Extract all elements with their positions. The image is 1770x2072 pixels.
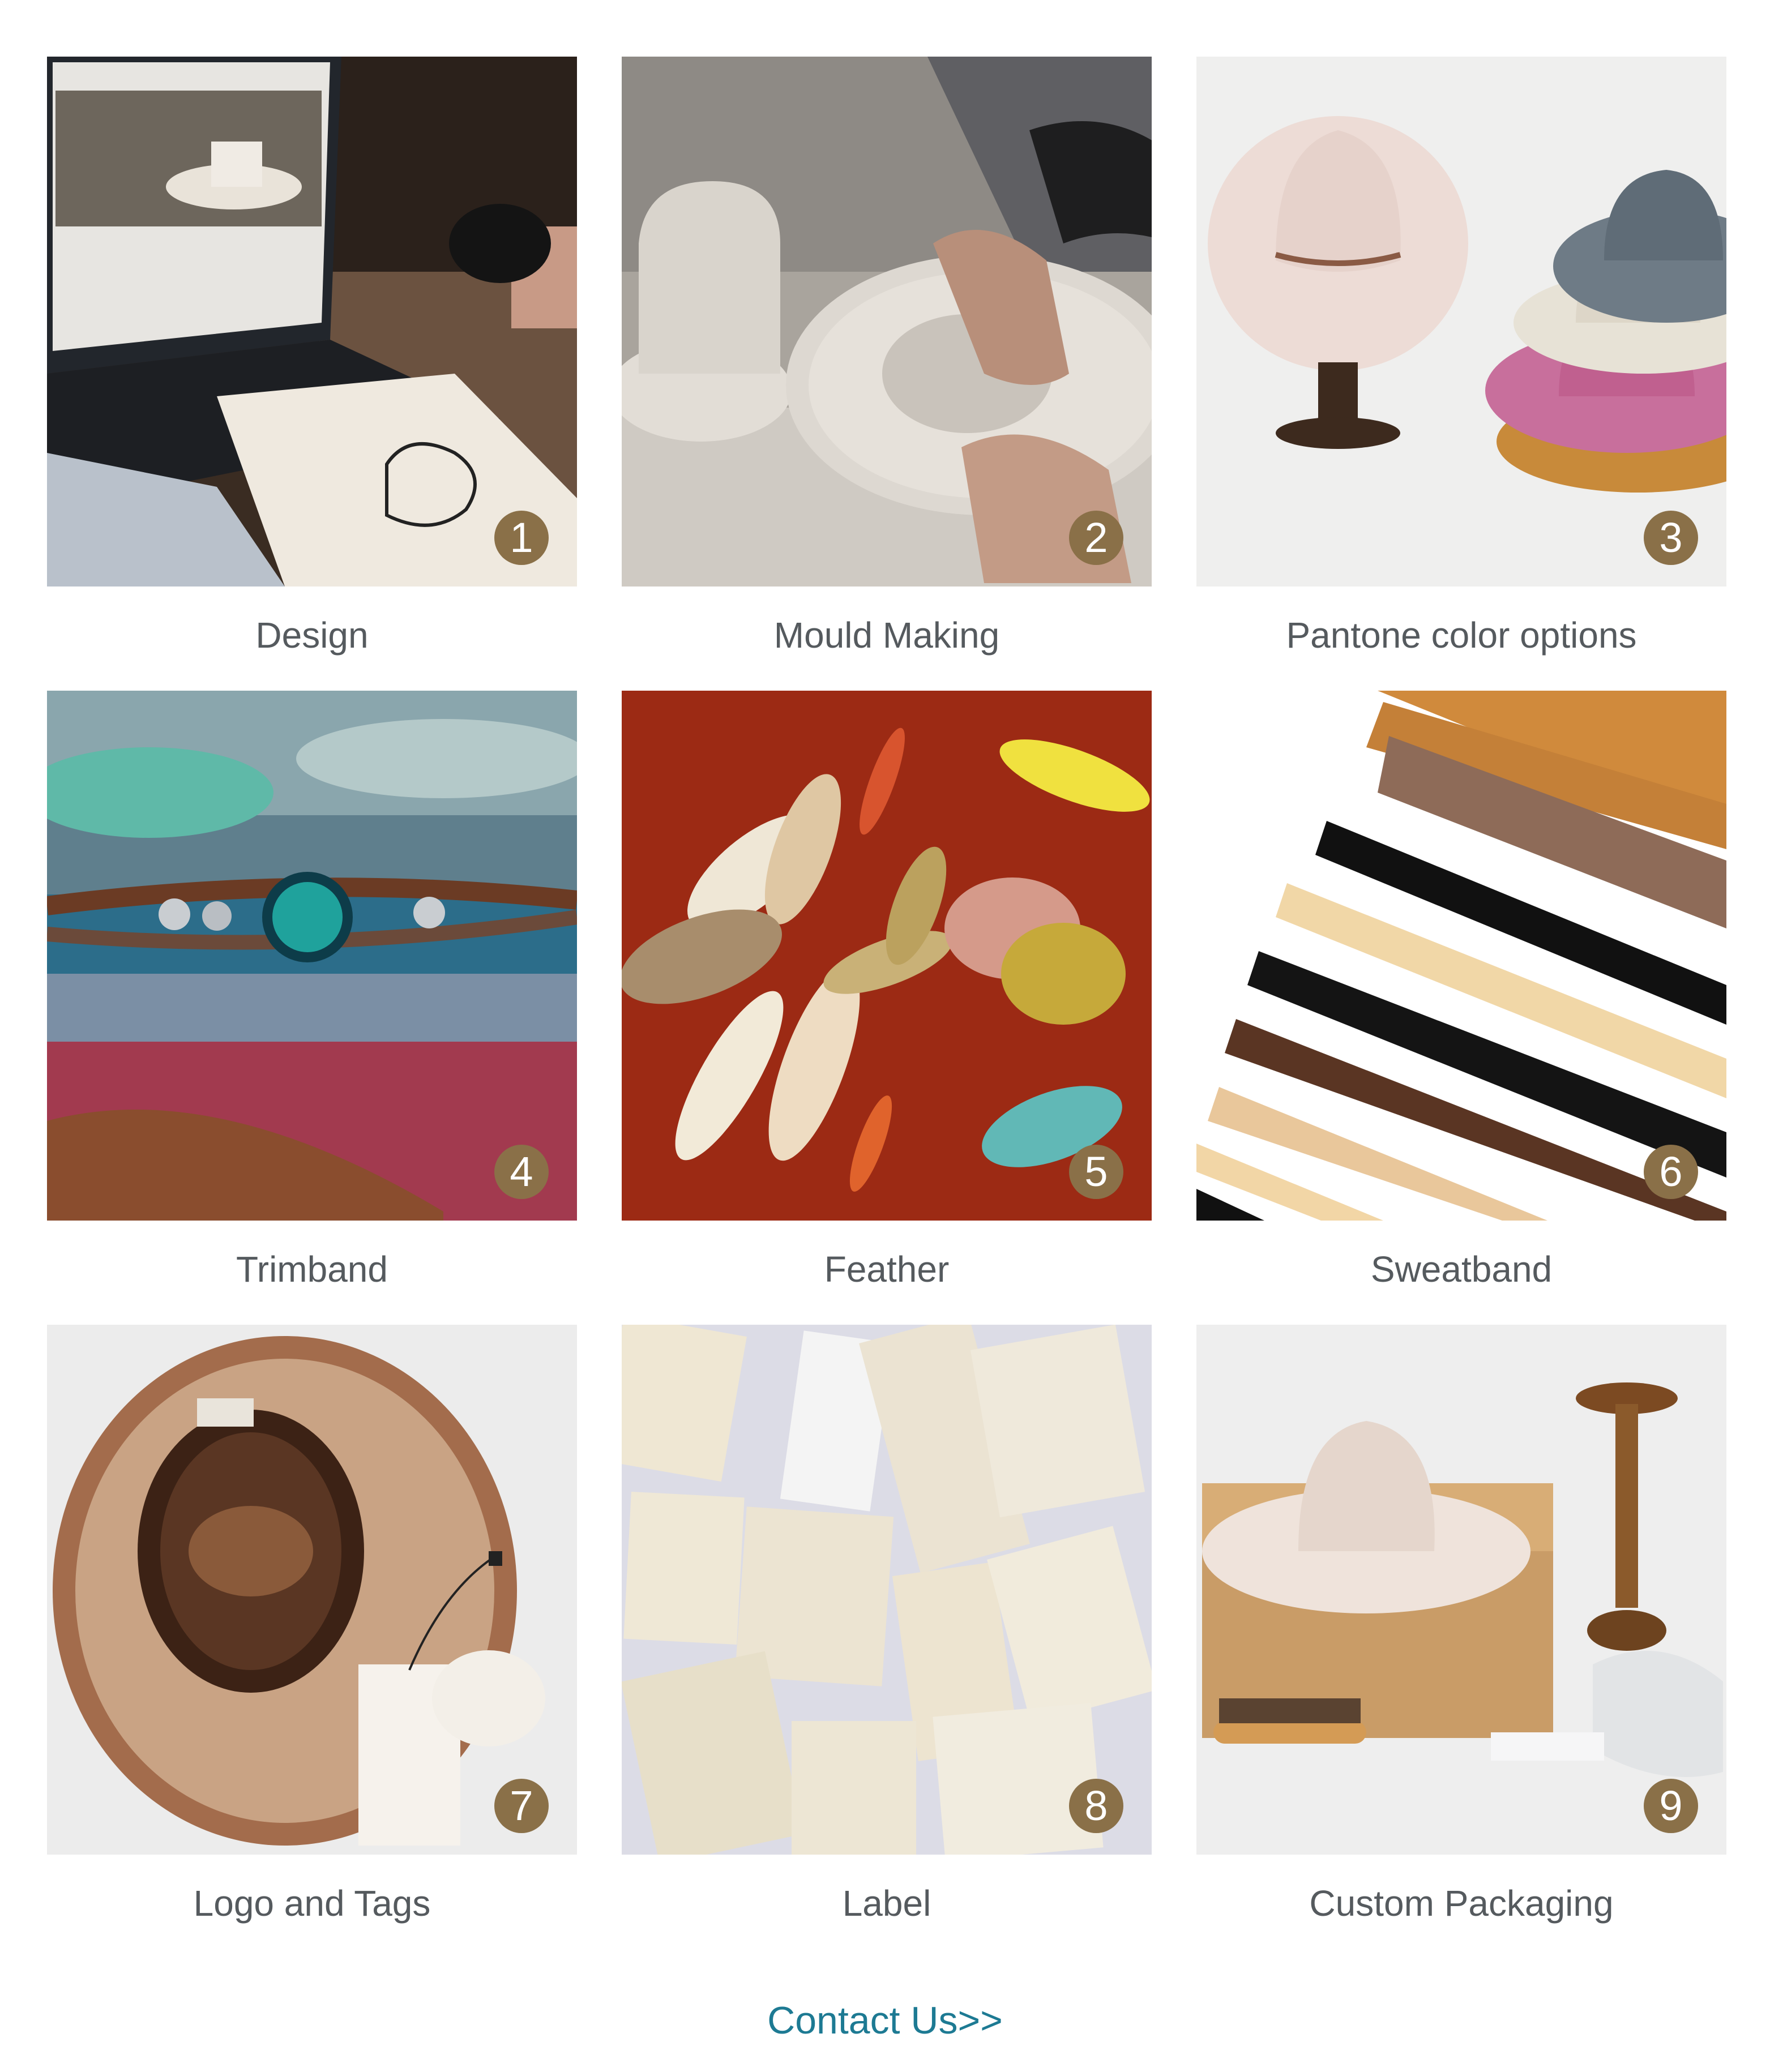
hat-box-icon	[1196, 1325, 1726, 1855]
step-number-badge: 4	[494, 1145, 549, 1199]
woven-labels-icon	[622, 1325, 1152, 1855]
card-caption: Sweatband	[1370, 1249, 1553, 1290]
step-number-badge: 8	[1069, 1779, 1123, 1833]
step-number-badge: 5	[1069, 1145, 1123, 1199]
step-number-badge: 1	[494, 511, 549, 565]
card-caption: Mould Making	[773, 615, 1000, 656]
step-number-badge: 6	[1644, 1145, 1698, 1199]
feathers-icon	[622, 691, 1152, 1221]
feather-image[interactable]: 5	[622, 691, 1152, 1221]
leather-trimband-icon	[47, 691, 577, 1221]
card-caption: Feather	[824, 1249, 950, 1290]
card-caption: Custom Packaging	[1309, 1883, 1614, 1924]
card-caption: Pantone color options	[1286, 615, 1637, 656]
step-number-badge: 3	[1644, 511, 1698, 565]
laptop-sketch-icon	[47, 57, 577, 587]
custom-packaging-image[interactable]: 9	[1196, 1325, 1726, 1855]
colored-hats-icon	[1196, 57, 1726, 587]
trimband-image[interactable]: 4	[47, 691, 577, 1221]
card-caption: Trimband	[236, 1249, 388, 1290]
card-caption: Logo and Tags	[193, 1883, 431, 1924]
contact-us-link[interactable]: Contact Us>>	[566, 1998, 1204, 2043]
logo-and-tags-image[interactable]: 7	[47, 1325, 577, 1855]
sweatband-image[interactable]: 6	[1196, 691, 1726, 1221]
mould-making-image[interactable]: 2	[622, 57, 1152, 587]
hat-inside-tags-icon	[47, 1325, 577, 1855]
label-image[interactable]: 8	[622, 1325, 1152, 1855]
step-number-badge: 2	[1069, 511, 1123, 565]
step-number-badge: 7	[494, 1779, 549, 1833]
card-caption: Label	[842, 1883, 931, 1924]
pantone-color-options-image[interactable]: 3	[1196, 57, 1726, 587]
card-caption: Design	[255, 615, 369, 656]
sweatband-strips-icon	[1196, 691, 1726, 1221]
design-image[interactable]: 1	[47, 57, 577, 587]
step-number-badge: 9	[1644, 1779, 1698, 1833]
customization-grid: 1 Design 2 Mould Making 3 Pantone color …	[0, 0, 1770, 2072]
hat-mould-icon	[622, 57, 1152, 587]
